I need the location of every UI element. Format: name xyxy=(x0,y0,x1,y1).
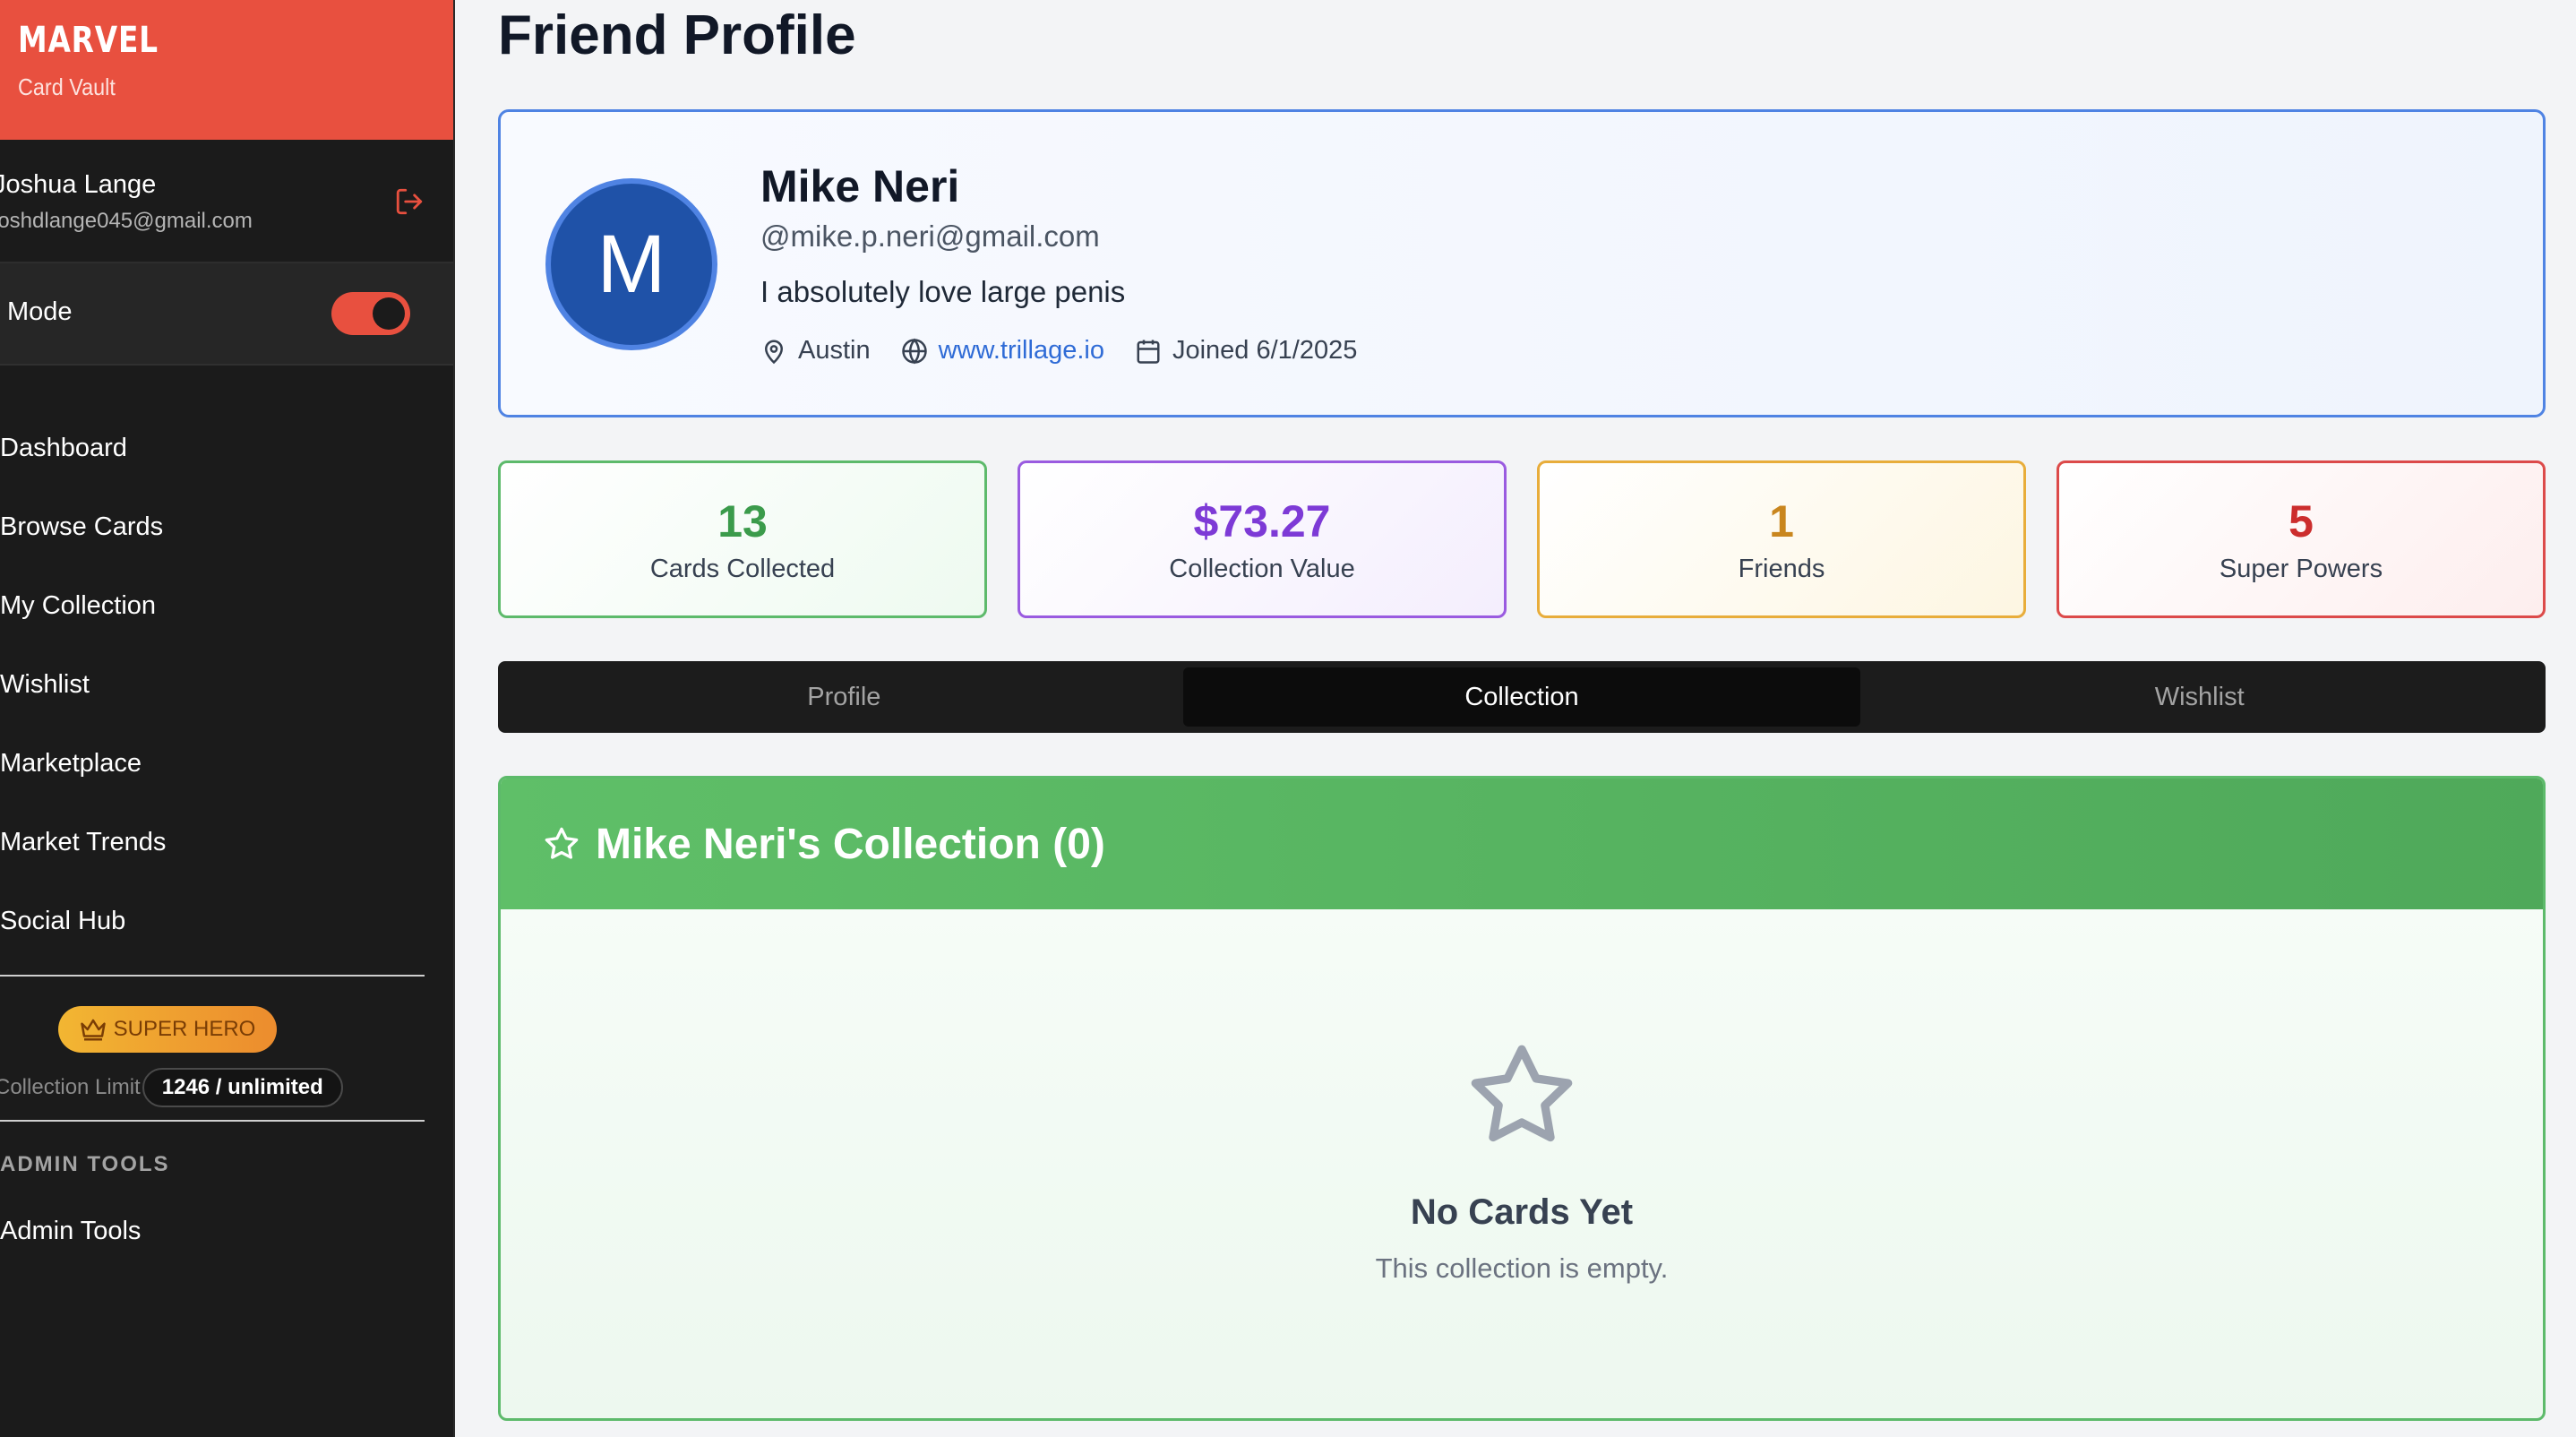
profile-website[interactable]: www.trillage.io xyxy=(901,336,1104,366)
collection-panel: Mike Neri's Collection (0) No Cards Yet … xyxy=(498,776,2546,1421)
stat-value: 1 xyxy=(1769,496,1794,546)
sidebar: MARVEL Card Vault Joshua Lange joshdlang… xyxy=(0,0,455,1437)
sidebar-item-market-trends[interactable]: Market Trends xyxy=(0,821,453,899)
stat-super-powers: 5 Super Powers xyxy=(2057,460,2546,618)
calendar-icon xyxy=(1137,340,1160,364)
profile-name: Mike Neri xyxy=(760,161,960,211)
empty-state-subtitle: This collection is empty. xyxy=(1375,1252,1669,1284)
mode-row: Mode xyxy=(0,263,453,366)
mode-label: Mode xyxy=(7,297,73,326)
stat-collection-value: $73.27 Collection Value xyxy=(1018,460,1507,618)
toggle-knob xyxy=(373,297,405,330)
collection-limit: Collection Limit 1246 / unlimited xyxy=(0,1068,343,1107)
stat-label: Friends xyxy=(1738,555,1825,583)
sidebar-item-browse-cards[interactable]: Browse Cards xyxy=(0,505,453,584)
sidebar-item-wishlist[interactable]: Wishlist xyxy=(0,663,453,742)
stats-row: 13 Cards Collected $73.27 Collection Val… xyxy=(498,460,2546,618)
sidebar-item-social-hub[interactable]: Social Hub xyxy=(0,899,453,978)
sidebar-item-marketplace[interactable]: Marketplace xyxy=(0,742,453,821)
stat-label: Collection Value xyxy=(1169,555,1355,583)
page-title: Friend Profile xyxy=(498,4,856,66)
sidebar-item-admin-tools[interactable]: Admin Tools xyxy=(0,1217,141,1246)
user-email: joshdlange045@gmail.com xyxy=(0,209,253,233)
profile-location-text: Austin xyxy=(798,336,871,365)
crown-icon xyxy=(80,1019,106,1041)
mode-toggle[interactable] xyxy=(331,292,410,335)
star-icon xyxy=(545,827,579,859)
sidebar-nav: Dashboard Browse Cards My Collection Wis… xyxy=(0,426,453,978)
admin-section-header: ADMIN TOOLS xyxy=(0,1152,170,1176)
collection-title: Mike Neri's Collection (0) xyxy=(596,820,1105,868)
profile-tabs: Profile Collection Wishlist xyxy=(498,661,2546,733)
profile-handle: @mike.p.neri@gmail.com xyxy=(760,219,1100,253)
profile-card: M Mike Neri @mike.p.neri@gmail.com I abs… xyxy=(498,109,2546,417)
profile-bio: I absolutely love large penis xyxy=(760,275,1126,308)
logout-icon[interactable] xyxy=(394,186,425,217)
stat-value: 5 xyxy=(2288,496,2314,546)
sidebar-divider xyxy=(0,975,425,977)
empty-state-title: No Cards Yet xyxy=(1410,1192,1634,1232)
sidebar-divider xyxy=(0,1120,425,1122)
sidebar-item-dashboard[interactable]: Dashboard xyxy=(0,426,453,505)
stat-label: Cards Collected xyxy=(649,555,836,583)
map-pin-icon xyxy=(764,340,784,364)
collection-limit-label: Collection Limit xyxy=(0,1075,141,1099)
star-icon xyxy=(1471,1045,1573,1142)
brand-logo: MARVEL xyxy=(18,20,159,61)
collection-header: Mike Neri's Collection (0) xyxy=(501,779,2543,909)
empty-state: No Cards Yet This collection is empty. xyxy=(501,1040,2543,1285)
user-panel: Joshua Lange joshdlange045@gmail.com xyxy=(0,140,453,263)
tier-badge: SUPER HERO xyxy=(58,1006,277,1053)
collection-limit-value: 1246 / unlimited xyxy=(142,1068,343,1107)
profile-location: Austin xyxy=(760,336,871,366)
user-name: Joshua Lange xyxy=(0,170,157,199)
profile-joined-text: Joined 6/1/2025 xyxy=(1172,336,1358,365)
stat-friends: 1 Friends xyxy=(1537,460,2026,618)
stat-value: 13 xyxy=(717,496,768,546)
tab-collection[interactable]: Collection xyxy=(1182,667,1861,727)
profile-meta: Austin www.trillage.io Joined 6/1/2025 xyxy=(760,336,1387,366)
stat-label: Super Powers xyxy=(2219,555,2383,583)
brand-subtitle: Card Vault xyxy=(18,73,116,100)
profile-website-link[interactable]: www.trillage.io xyxy=(939,336,1104,366)
stat-value: $73.27 xyxy=(1193,496,1331,546)
profile-joined: Joined 6/1/2025 xyxy=(1135,336,1357,366)
tier-badge-label: SUPER HERO xyxy=(113,1017,256,1041)
globe-icon xyxy=(901,338,927,364)
avatar: M xyxy=(545,178,717,350)
tab-wishlist[interactable]: Wishlist xyxy=(1860,667,2538,727)
stat-cards-collected: 13 Cards Collected xyxy=(498,460,987,618)
tab-profile[interactable]: Profile xyxy=(505,667,1183,727)
sidebar-item-my-collection[interactable]: My Collection xyxy=(0,584,453,663)
brand-header[interactable]: MARVEL Card Vault xyxy=(0,0,453,140)
